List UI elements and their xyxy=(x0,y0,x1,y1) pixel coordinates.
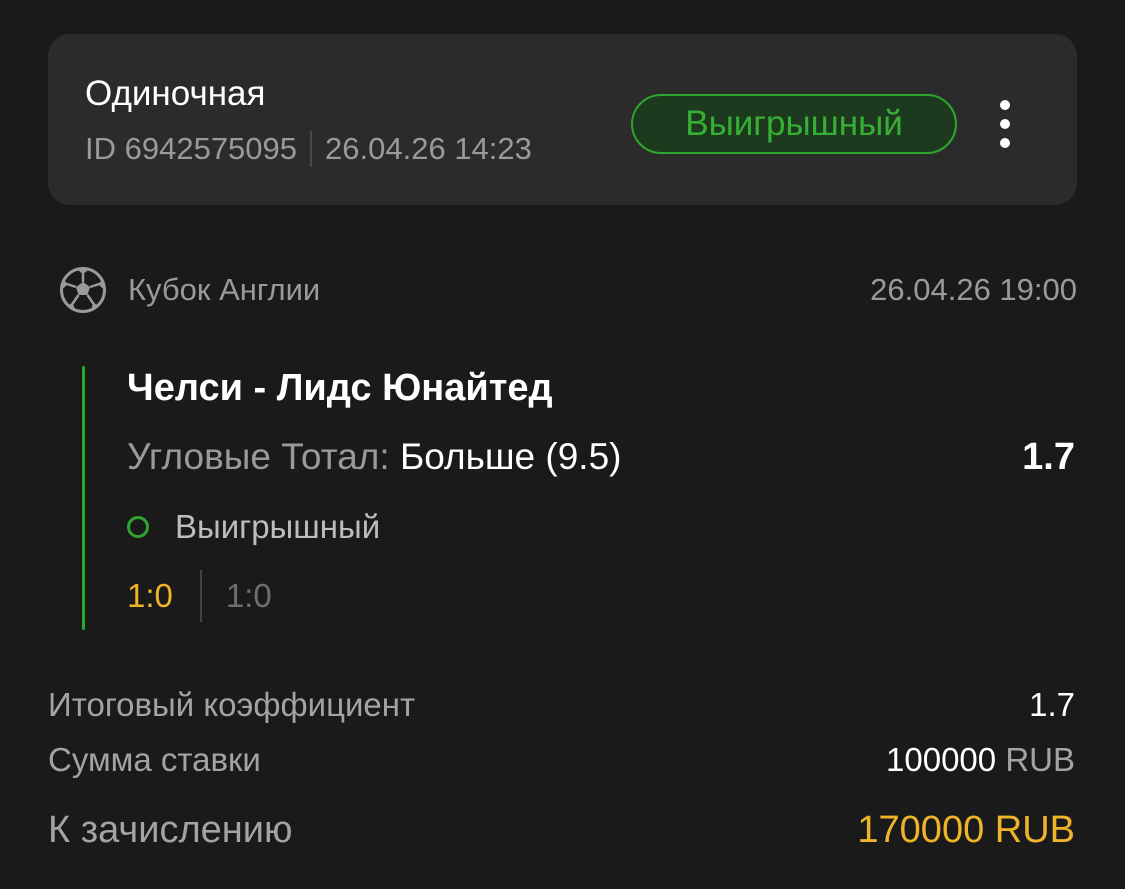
total-odds-value: 1.7 xyxy=(1029,686,1075,723)
bet-type-title: Одиночная xyxy=(85,74,266,113)
selection-odds: 1.7 xyxy=(1022,436,1075,478)
match-title: Челси - Лидс Юнайтед xyxy=(127,367,553,409)
stake-value: 100000 RUB xyxy=(886,741,1075,779)
bet-placed-time: 26.04.26 14:23 xyxy=(325,131,532,166)
payout-value: 170000 RUB xyxy=(857,808,1075,851)
final-score: 1:0 xyxy=(127,577,173,614)
league-name: Кубок Англии xyxy=(128,272,321,307)
bet-id: ID 6942575095 xyxy=(85,131,298,166)
event-start-time: 26.04.26 19:00 xyxy=(870,272,1077,307)
market-label: Угловые Тотал: xyxy=(127,436,390,477)
stake-label: Сумма ставки xyxy=(48,741,261,778)
stake-row: Сумма ставки 100000 RUB xyxy=(48,739,1075,781)
score-divider xyxy=(199,570,202,622)
stake-amount: 100000 xyxy=(886,741,997,778)
market-row: Угловые Тотал: Больше (9.5) 1.7 xyxy=(127,434,1075,480)
event-result-row: Выигрышный xyxy=(127,507,380,547)
event-result-text: Выигрышный xyxy=(175,508,381,545)
payout-label: К зачислению xyxy=(48,808,293,851)
bet-status-badge: Выигрышный xyxy=(631,94,957,154)
half-score: 1:0 xyxy=(225,577,272,614)
score-row: 1:0 1:0 xyxy=(127,570,272,622)
soccer-ball-icon xyxy=(60,267,106,313)
total-odds-label: Итоговый коэффициент xyxy=(48,686,416,723)
bet-header-card: Одиночная ID 6942575095 26.04.26 14:23 В… xyxy=(48,34,1077,205)
market-selection: Больше (9.5) xyxy=(399,436,622,477)
bet-meta: ID 6942575095 26.04.26 14:23 xyxy=(85,130,532,168)
payout-row: К зачислению 170000 RUB xyxy=(48,806,1075,854)
total-odds-row: Итоговый коэффициент 1.7 xyxy=(48,684,1075,726)
bet-details-page: Одиночная ID 6942575095 26.04.26 14:23 В… xyxy=(0,0,1125,889)
more-options-icon[interactable] xyxy=(994,100,1016,148)
league-row: Кубок Англии 26.04.26 19:00 xyxy=(58,262,1077,318)
stake-currency: RUB xyxy=(1005,741,1075,778)
result-status-icon xyxy=(127,516,149,538)
event-status-bar xyxy=(82,366,85,630)
meta-divider xyxy=(310,131,313,167)
